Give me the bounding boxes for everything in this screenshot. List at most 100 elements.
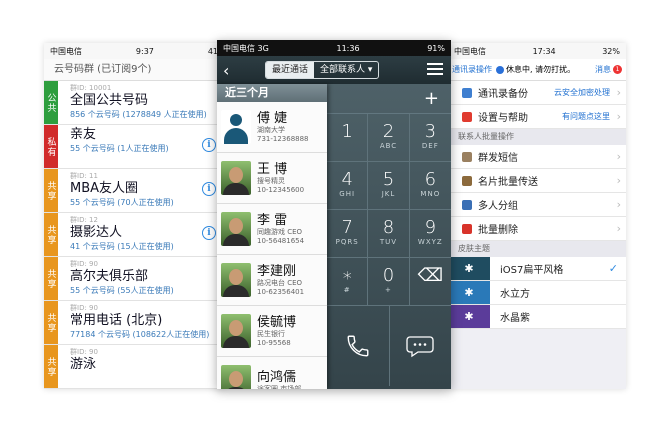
group-row[interactable]: 公共 群ID: 10001 全国公共号码 856 个云号码 (1278849 人正在使…	[44, 81, 224, 125]
contact-row[interactable]: 傅 婕湖南大学 731-12368888	[217, 102, 327, 153]
left-phone-screen: 中国电信 9:37 41 云号码群 (已订阅9个) 公共 群ID: 10001 全国…	[44, 43, 224, 389]
batch-row[interactable]: 批量删除 ›	[448, 217, 626, 241]
contacts-ops-tab[interactable]: 通讯录操作	[452, 64, 492, 75]
batch-row[interactable]: 多人分组 ›	[448, 193, 626, 217]
contact-row[interactable]: 李 雷同趣游戏 CEO 10-56481654	[217, 204, 327, 255]
contact-row[interactable]: 李建刚 路况电台 CEO 10-62356401	[217, 255, 327, 306]
group-row[interactable]: 共享 群ID: 12 摄影达人 41 个云号码 (15人正在使用) i	[44, 213, 224, 257]
group-name: MBA友人圈	[70, 181, 139, 196]
skin-label: 水立方	[500, 289, 530, 300]
dial-key[interactable]: 6 MNO	[409, 162, 451, 210]
group-type-tag: 公共	[44, 81, 58, 124]
group-type-tag: 共享	[44, 345, 58, 388]
add-contact-plus-icon[interactable]: +	[327, 84, 451, 114]
skin-swatch: ✱	[448, 281, 490, 304]
dial-digit: 5	[382, 169, 395, 190]
tab-all-contacts[interactable]: 全部联系人 ▾	[314, 62, 378, 78]
dial-key[interactable]: ∗ #	[327, 258, 369, 306]
skin-section-header: 皮肤主题	[448, 241, 626, 257]
batch-icon	[462, 175, 472, 186]
batch-icon	[462, 199, 472, 210]
skin-swatch: ✱	[448, 257, 490, 280]
skin-row[interactable]: ✱ 水晶紫	[448, 305, 626, 329]
group-row[interactable]: 私有 亲友 55 个云号码 (1人正在使用) i	[44, 125, 224, 169]
carrier-label: 中国电信	[454, 46, 486, 56]
dial-key[interactable]: 4 GHI	[327, 162, 369, 210]
group-row[interactable]: 共享 群ID: 90 游泳	[44, 345, 224, 389]
contact-text: 傅 婕湖南大学 731-12368888	[257, 111, 309, 144]
dial-letters: +	[385, 286, 392, 294]
dial-digit: 8	[382, 217, 395, 238]
list-section-header: 近三个月	[217, 84, 327, 102]
group-id: 群ID: 10001	[70, 84, 112, 92]
dial-key[interactable]: ⌫	[409, 258, 451, 306]
info-icon[interactable]: i	[202, 226, 216, 240]
group-row[interactable]: 共享 群ID: 90 常用电话 (北京) 77184 个云号码 (108622人正在使…	[44, 301, 224, 345]
dial-digit: 0	[382, 265, 395, 286]
contact-row[interactable]: 向鸿儒 途客圈 市场部	[217, 357, 327, 389]
info-icon[interactable]: i	[202, 138, 216, 152]
dial-letters: DEF	[421, 142, 439, 150]
chevron-right-icon: ›	[616, 174, 621, 187]
group-stats: 55 个云号码 (1人正在使用)	[70, 144, 169, 153]
group-stats: 77184 个云号码 (108622人正在使用)	[70, 330, 210, 339]
dial-digit: ∗	[341, 265, 353, 286]
skin-row[interactable]: ✱ iOS7扁平风格 ✓	[448, 257, 626, 281]
dial-key[interactable]: 8 TUV	[368, 210, 410, 258]
dial-key[interactable]: 5 JKL	[368, 162, 410, 210]
message-button[interactable]	[390, 306, 452, 386]
dial-key[interactable]: 3 DEF	[409, 114, 451, 162]
phone-icon	[347, 335, 369, 357]
dial-digit: 4	[341, 169, 353, 190]
clock: 17:34	[532, 46, 556, 56]
contact-text: 向鸿儒 途客圈 市场部	[257, 370, 301, 389]
contact-org: 湖南大学	[257, 125, 285, 134]
contact-row[interactable]: 王 博搜号精灵 10-12345600	[217, 153, 327, 204]
group-type-tag: 共享	[44, 213, 58, 256]
hamburger-menu-icon[interactable]	[427, 63, 443, 78]
group-stats: 856 个云号码 (1278849 人正在使用)	[70, 110, 207, 119]
dial-key[interactable]: 7 PQRS	[327, 210, 369, 258]
avatar	[221, 110, 251, 144]
clock: 11:36	[336, 43, 360, 53]
group-type-tag: 共享	[44, 169, 58, 212]
status-pill[interactable]: 休息中, 请勿打扰。	[496, 64, 575, 75]
info-icon[interactable]: i	[202, 182, 216, 196]
group-id: 群ID: 90	[70, 348, 98, 356]
back-arrow-icon[interactable]: ‹	[223, 61, 243, 80]
setting-icon	[462, 111, 472, 122]
dial-key[interactable]: 9 WXYZ	[409, 210, 451, 258]
center-phone-screen: 中国电信 3G 11:36 91% ‹ 最近通话 全部联系人 ▾ 近三个月 傅 …	[217, 40, 451, 389]
right-phone-screen: 中国电信 17:34 32% 通讯录操作 休息中, 请勿打扰。 消息 1 通讯录…	[448, 43, 626, 389]
dial-letters: JKL	[381, 190, 396, 198]
group-row[interactable]: 共享 群ID: 11 MBA友人圈 55 个云号码 (70人正在使用) i	[44, 169, 224, 213]
settings-row[interactable]: 设置与帮助 有问题点这里 ›	[448, 105, 626, 129]
dial-key[interactable]: 0 +	[368, 258, 410, 306]
batch-section-header: 联系人批量操作	[448, 129, 626, 145]
setting-hint: 云安全加密处理	[554, 88, 610, 97]
dial-digit: 2	[382, 121, 395, 142]
dial-digit: 7	[341, 217, 353, 238]
avatar	[221, 212, 251, 246]
top-bar: 通讯录操作 休息中, 请勿打扰。 消息 1	[448, 59, 626, 81]
group-type-tag: 共享	[44, 301, 58, 344]
call-button[interactable]	[327, 306, 390, 386]
group-row[interactable]: 共享 群ID: 90 高尔夫俱乐部 55 个云号码 (55人正在使用)	[44, 257, 224, 301]
skin-label: iOS7扁平风格	[500, 265, 564, 276]
skin-row[interactable]: ✱ 水立方	[448, 281, 626, 305]
messages-button[interactable]: 消息 1	[595, 64, 622, 75]
dial-key[interactable]: 2 ABC	[368, 114, 410, 162]
chevron-right-icon: ›	[616, 110, 621, 123]
contact-row[interactable]: 侯毓博 民生银行 10-95568	[217, 306, 327, 357]
dial-key[interactable]: 1	[327, 114, 369, 162]
contact-org: 搜号精灵	[257, 176, 285, 185]
chevron-right-icon: ›	[616, 86, 621, 99]
dial-letters: WXYZ	[417, 238, 443, 246]
setting-icon	[462, 87, 472, 98]
contact-phone: 731-12368888	[257, 134, 309, 143]
batch-row[interactable]: 群发短信 ›	[448, 145, 626, 169]
dial-letters: #	[343, 286, 351, 294]
tab-recent-calls[interactable]: 最近通话	[266, 62, 315, 78]
settings-row[interactable]: 通讯录备份 云安全加密处理 ›	[448, 81, 626, 105]
batch-row[interactable]: 名片批量传送 ›	[448, 169, 626, 193]
